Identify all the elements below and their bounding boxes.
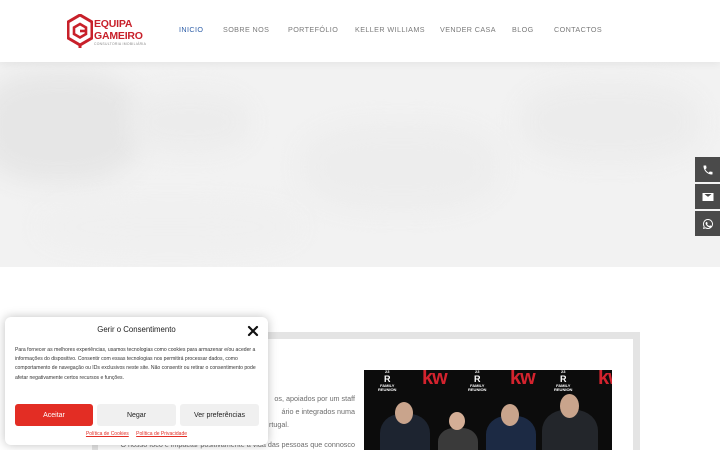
envelope-icon: [702, 192, 713, 201]
view-preferences-button[interactable]: Ver preferências: [180, 404, 259, 426]
team-member: [438, 428, 478, 450]
about-text-line-3: rtugal.: [269, 420, 289, 429]
floating-email-button[interactable]: [695, 184, 720, 209]
nav-item-keller-williams[interactable]: KELLER WILLIAMS: [355, 25, 425, 34]
privacy-policy-link[interactable]: Política de Privacidade: [136, 431, 187, 437]
logo-line-equipa: EQUIPA: [94, 18, 133, 30]
deny-button[interactable]: Negar: [97, 404, 176, 426]
kw-logo: kw: [422, 370, 448, 389]
logo-text: EQUIPA GAMEIRO CONSULTORIA IMOBILIÁRIA: [94, 19, 146, 46]
nav-item-blog[interactable]: BLOG: [512, 25, 534, 34]
close-button[interactable]: [247, 324, 259, 337]
accept-button[interactable]: Aceitar: [15, 404, 93, 426]
logo-tagline: CONSULTORIA IMOBILIÁRIA: [94, 42, 147, 46]
about-text-line-1: os, apoiados por um staff: [274, 394, 355, 403]
cookie-policy-link[interactable]: Política de Cookies: [86, 431, 129, 437]
logo-mark-icon: [67, 14, 93, 48]
kw-logo: kw: [598, 370, 612, 389]
hero-banner: [0, 62, 720, 267]
about-text-line-2: ário e integrados numa: [281, 407, 355, 416]
nav-item-portefolio[interactable]: PORTEFÓLIO: [288, 25, 338, 34]
phone-icon: [703, 165, 712, 174]
close-icon: [247, 325, 259, 337]
site-header: EQUIPA GAMEIRO CONSULTORIA IMOBILIÁRIA I…: [0, 0, 720, 62]
cookie-consent-dialog: Gerir o Consentimento Para fornecer as m…: [5, 317, 268, 445]
whatsapp-icon: [702, 218, 713, 229]
nav-item-inicio[interactable]: INICIO: [179, 25, 203, 34]
nav-item-vender-casa[interactable]: VENDER CASA: [440, 25, 496, 34]
family-reunion-badge: 23 R FAMILY REUNION: [468, 370, 487, 392]
cookie-dialog-title: Gerir o Consentimento: [97, 325, 176, 334]
cookie-policy-links: Política de Cookies Política de Privacid…: [5, 431, 268, 437]
page: EQUIPA GAMEIRO CONSULTORIA IMOBILIÁRIA I…: [0, 0, 720, 450]
cookie-dialog-body: Para fornecer as melhores experiências, …: [15, 347, 256, 381]
floating-phone-button[interactable]: [695, 157, 720, 182]
floating-whatsapp-button[interactable]: [695, 211, 720, 236]
logo-line-gameiro: GAMEIRO: [94, 29, 143, 42]
team-photo: 23 R FAMILY REUNION kw 23 R FAMILY REUNION kw …: [364, 370, 612, 450]
site-logo[interactable]: EQUIPA GAMEIRO CONSULTORIA IMOBILIÁRIA: [67, 14, 147, 50]
nav-item-sobre-nos[interactable]: SOBRE NOS: [223, 25, 269, 34]
family-reunion-badge: 23 R FAMILY REUNION: [554, 370, 573, 392]
nav-item-contactos[interactable]: CONTACTOS: [554, 25, 602, 34]
kw-logo: kw: [510, 370, 536, 389]
family-reunion-badge: 23 R FAMILY REUNION: [378, 370, 397, 392]
